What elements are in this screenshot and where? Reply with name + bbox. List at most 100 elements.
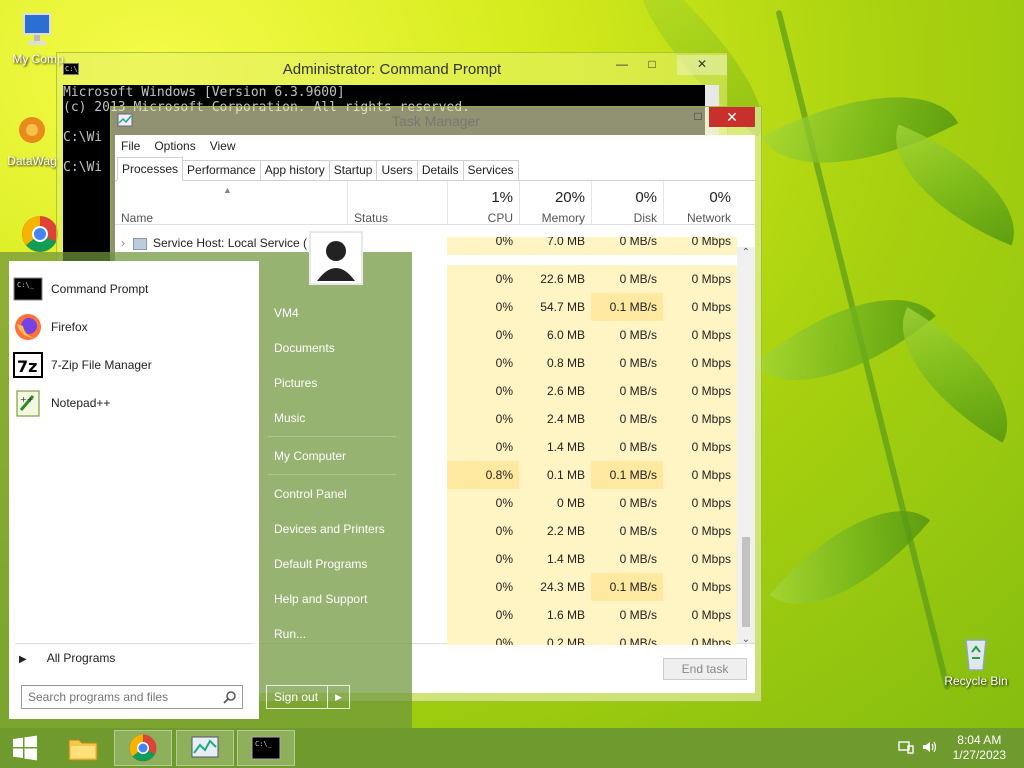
- tab-users[interactable]: Users: [376, 160, 418, 180]
- start-item-notepadpp[interactable]: ++ Notepad++: [13, 385, 253, 421]
- menu-options[interactable]: Options: [154, 139, 195, 153]
- cmd-minimize-button[interactable]: —: [609, 55, 635, 75]
- cell-disk: 0 MB/s: [591, 237, 663, 255]
- network-icon[interactable]: [898, 740, 914, 754]
- tab-app-history[interactable]: App history: [259, 160, 330, 180]
- cell-disk: 0.1 MB/s: [591, 573, 663, 601]
- chrome-icon: [20, 214, 60, 254]
- cell-net: 0 Mbps: [663, 377, 737, 405]
- column-network[interactable]: 0% Network: [663, 181, 737, 225]
- start-link-documents[interactable]: Documents: [274, 341, 335, 355]
- taskbar-clock[interactable]: 8:04 AM 1/27/2023: [953, 733, 1006, 763]
- expand-chevron-icon[interactable]: ›: [121, 237, 125, 250]
- start-search-input[interactable]: [21, 685, 243, 709]
- sign-out-options-icon[interactable]: ▶: [327, 686, 349, 708]
- start-separator: [15, 643, 253, 644]
- column-disk[interactable]: 0% Disk: [591, 181, 663, 225]
- start-link-my-computer[interactable]: My Computer: [274, 449, 346, 463]
- tab-details[interactable]: Details: [416, 160, 464, 180]
- cell-cpu: 0%: [447, 629, 519, 645]
- tm-maximize-button[interactable]: □: [685, 107, 711, 127]
- tm-title: Task Manager: [392, 113, 480, 129]
- cell-net: 0 Mbps: [663, 433, 737, 461]
- cell-mem: 1.4 MB: [519, 545, 591, 573]
- all-programs-button[interactable]: ▶ All Programs: [19, 651, 115, 665]
- clock-date: 1/27/2023: [952, 748, 1006, 762]
- cmd-icon: C:\_: [13, 274, 43, 304]
- scroll-thumb[interactable]: [742, 537, 750, 627]
- chrome-icon: [129, 734, 157, 762]
- taskbar-task-manager[interactable]: [176, 730, 234, 766]
- cell-net: 0 Mbps: [663, 629, 737, 645]
- cell-cpu: 0%: [447, 433, 519, 461]
- volume-icon[interactable]: [922, 740, 938, 754]
- desktop-icon-recycle-bin[interactable]: Recycle Bin: [944, 632, 1008, 688]
- tab-performance[interactable]: Performance: [182, 160, 261, 180]
- menu-file[interactable]: File: [121, 139, 140, 153]
- cell-disk: 0.1 MB/s: [591, 461, 663, 489]
- cell-cpu: 0%: [447, 405, 519, 433]
- tm-close-button[interactable]: ✕: [709, 107, 755, 127]
- cell-disk: 0 MB/s: [591, 265, 663, 293]
- column-memory[interactable]: 20% Memory: [519, 181, 591, 225]
- end-task-button[interactable]: End task: [663, 658, 747, 680]
- tm-menubar: File Options View: [115, 135, 755, 157]
- sign-out-button[interactable]: Sign out ▶: [266, 685, 350, 709]
- tm-tabs: Processes Performance App history Startu…: [115, 157, 755, 181]
- start-link-control-panel[interactable]: Control Panel: [274, 487, 347, 501]
- menu-view[interactable]: View: [210, 139, 236, 153]
- cmd-titlebar[interactable]: C:\_ Administrator: Command Prompt — □ ✕: [57, 53, 727, 85]
- cell-net: 0 Mbps: [663, 237, 737, 255]
- column-status[interactable]: Status: [347, 181, 447, 225]
- svg-text:++: ++: [20, 395, 33, 404]
- start-item-command-prompt[interactable]: C:\_ Command Prompt: [13, 271, 253, 307]
- cell-net: 0 Mbps: [663, 545, 737, 573]
- cell-mem: 1.4 MB: [519, 433, 591, 461]
- cell-net: 0 Mbps: [663, 349, 737, 377]
- cell-mem: 0.8 MB: [519, 349, 591, 377]
- start-link-default-programs[interactable]: Default Programs: [274, 557, 367, 571]
- search-icon[interactable]: [223, 690, 237, 704]
- leaf-decoration: [769, 472, 931, 643]
- tab-startup[interactable]: Startup: [328, 160, 378, 180]
- tab-services[interactable]: Services: [462, 160, 519, 180]
- cell-net: 0 Mbps: [663, 573, 737, 601]
- taskbar-chrome[interactable]: [114, 730, 172, 766]
- start-link-music[interactable]: Music: [274, 411, 305, 425]
- user-avatar[interactable]: [309, 231, 363, 285]
- cell-net: 0 Mbps: [663, 405, 737, 433]
- cmd-maximize-button[interactable]: □: [639, 55, 665, 75]
- start-link-pictures[interactable]: Pictures: [274, 376, 317, 390]
- start-link-help-and-support[interactable]: Help and Support: [274, 592, 367, 606]
- column-name[interactable]: ▲ Name: [115, 181, 347, 225]
- cell-cpu: 0%: [447, 601, 519, 629]
- start-link-vm4[interactable]: VM4: [274, 306, 299, 320]
- cell-cpu: 0%: [447, 237, 519, 255]
- cell-cpu: 0%: [447, 573, 519, 601]
- column-cpu[interactable]: 1% CPU: [447, 181, 519, 225]
- cmd-close-button[interactable]: ✕: [677, 55, 727, 75]
- datawag-icon: [12, 112, 52, 152]
- sort-arrow-icon: ▲: [223, 185, 232, 195]
- cell-net: 0 Mbps: [663, 489, 737, 517]
- taskbar-command-prompt[interactable]: C:\_: [237, 730, 295, 766]
- column-headers: ▲ Name Status 1% CPU 20% Memory 0% Disk: [115, 181, 755, 225]
- desktop-icon-datawag[interactable]: DataWag: [2, 112, 62, 168]
- cell-net: 0 Mbps: [663, 517, 737, 545]
- start-link-run[interactable]: Run...: [274, 627, 306, 641]
- desktop: My Comp DataWag Recycle Bin C:\_ Adminis…: [0, 0, 1024, 728]
- start-item-7zip[interactable]: 7z 7-Zip File Manager: [13, 347, 253, 383]
- cell-mem: 1.6 MB: [519, 601, 591, 629]
- tab-processes[interactable]: Processes: [117, 157, 184, 181]
- cell-disk: 0 MB/s: [591, 405, 663, 433]
- windows-logo-icon: [13, 735, 37, 761]
- cell-net: 0 Mbps: [663, 265, 737, 293]
- cell-disk: 0 MB/s: [591, 601, 663, 629]
- tm-titlebar[interactable]: Task Manager □ ✕: [111, 107, 761, 135]
- start-item-firefox[interactable]: Firefox: [13, 309, 253, 345]
- start-link-devices-and-printers[interactable]: Devices and Printers: [274, 522, 385, 536]
- folder-icon: [68, 739, 98, 761]
- start-right-separator: [268, 436, 396, 437]
- taskbar-file-explorer[interactable]: [54, 730, 112, 766]
- start-button[interactable]: [0, 730, 50, 766]
